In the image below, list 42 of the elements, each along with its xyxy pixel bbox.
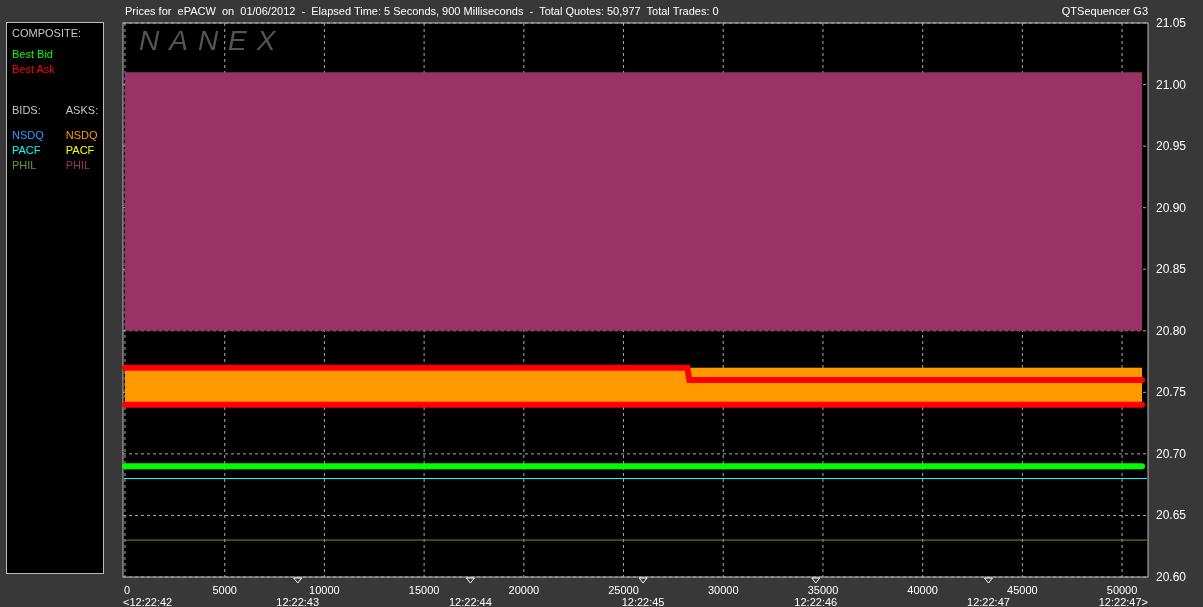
time-axis-label: 12:22:47> (1098, 596, 1148, 607)
chart-title: Prices for ePACW on 01/06/2012 - Elapsed Time: 5 Seconds, 900 Milliseconds - Total Quotes: 50,977 Total Trades: 0 (125, 5, 719, 17)
time-axis-label: <12:22:42 (123, 596, 173, 607)
legend-item: Best Ask (12, 63, 56, 75)
y-axis-label: 21.00 (1156, 77, 1186, 92)
y-axis-label: 20.70 (1156, 446, 1186, 461)
legend-item: PACF (65, 144, 96, 156)
legend-item: PACF (12, 144, 42, 156)
x-axis-label: 40000 (907, 584, 938, 596)
legend-heading: ASKS: (65, 104, 99, 116)
y-axis-label: 21.05 (1156, 16, 1186, 30)
y-axis-label: 20.95 (1156, 139, 1186, 154)
x-axis-label: 25000 (608, 584, 639, 596)
x-axis-label: 10000 (309, 584, 340, 596)
legend-item: Best Bid (12, 48, 54, 60)
legend-item: PHIL (65, 159, 92, 171)
x-axis-label: 35000 (807, 584, 839, 596)
y-axis-label: 20.65 (1156, 508, 1186, 523)
x-axis-label: 0 (124, 584, 131, 596)
y-axis-label: 20.80 (1156, 323, 1186, 338)
x-axis-label: 45000 (1007, 584, 1038, 596)
time-axis-label: 12:22:44 (448, 596, 492, 607)
y-axis-label: 20.75 (1156, 385, 1186, 400)
legend-item: PHIL (12, 159, 38, 171)
x-axis-label: 20000 (508, 584, 540, 596)
x-axis-label: 5000 (212, 584, 237, 596)
legend-item: NSDQ (65, 129, 99, 141)
time-axis-label: 12:22:47 (967, 596, 1010, 607)
time-axis-label: 12:22:45 (621, 596, 665, 607)
x-axis-label: 15000 (408, 584, 440, 596)
y-axis-label: 20.85 (1156, 262, 1186, 277)
app-name: QTSequencer G3 (1061, 5, 1148, 17)
legend-heading: BIDS: (12, 104, 42, 116)
y-axis-label: 20.60 (1156, 570, 1186, 584)
legend-item: NSDQ (12, 129, 44, 141)
x-axis-label: 50000 (1106, 584, 1138, 596)
x-axis-label: 30000 (707, 584, 739, 596)
legend-heading: COMPOSITE: (12, 27, 83, 39)
y-axis-label: 20.90 (1156, 200, 1186, 215)
logo-text: NANEX (139, 25, 286, 56)
time-axis-label: 12:22:46 (794, 596, 838, 607)
time-axis-label: 12:22:43 (276, 596, 320, 607)
